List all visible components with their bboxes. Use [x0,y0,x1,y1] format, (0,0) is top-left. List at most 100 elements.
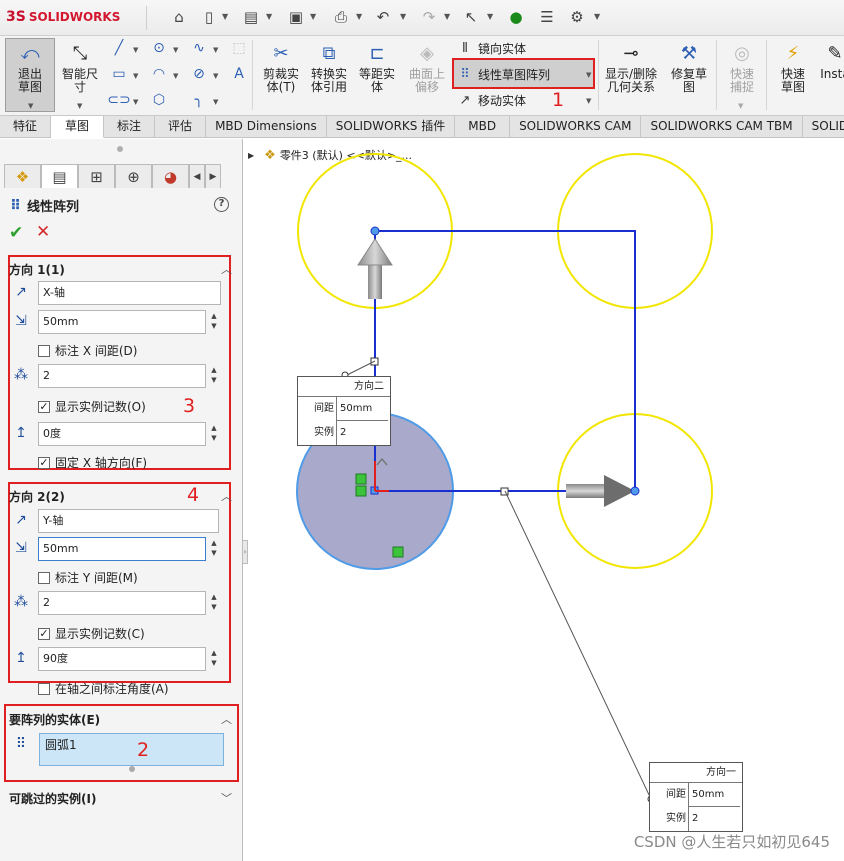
callout-count-value[interactable]: 2 [336,421,388,445]
quick-snaps-button[interactable]: ◎ 快速捕捉 [720,40,764,94]
fillet-icon[interactable]: ╮ [188,90,210,110]
rectangle-icon[interactable]: ▭ [108,64,130,84]
fix-relation-icon[interactable] [355,485,367,497]
direction2-arrow-head[interactable] [357,238,393,266]
tab-mbd[interactable]: MBD [455,116,511,138]
open-folder-icon[interactable]: ▤ [240,6,262,28]
corner-point[interactable] [370,226,380,236]
select-pointer-icon[interactable]: ↖ [460,6,482,28]
direction2-collapse-icon[interactable]: ︿ [221,488,232,504]
callout-spacing-value[interactable]: 50mm [688,783,740,807]
cancel-x-icon[interactable]: ✕ [36,222,50,242]
direction1-dim-spacing-checkbox[interactable]: 标注 X 间距(D) [38,342,137,359]
entities-collapse-icon[interactable]: ︿ [221,711,232,727]
coincident-relation-icon[interactable] [355,473,367,485]
file-properties-icon[interactable]: ☰ [536,6,558,28]
redo-icon[interactable]: ↷ [418,6,440,28]
tab-solidworks-cam[interactable]: SOLIDWORKS CAM [510,116,642,138]
tab-features[interactable]: 特征 [0,116,52,138]
direction1-arrow-head[interactable] [604,475,635,507]
text-icon[interactable]: A [228,64,250,84]
direction1-angle-input[interactable]: 0度 [38,422,206,446]
direction1-count-input[interactable]: 2 [38,364,206,388]
direction2-callout[interactable]: 方向二 间距 50mm 实例 2 [297,376,391,446]
display-manager-tab-icon[interactable]: ◕ [152,164,189,188]
show-delete-relations-button[interactable]: ⊸ 显示/删除几何关系 [602,40,660,94]
tab-evaluate[interactable]: 评估 [155,116,207,138]
tab-mbd-dimensions[interactable]: MBD Dimensions [206,116,327,138]
direction2-count-spinner[interactable]: ▲ ▼ [208,592,220,614]
direction1-collapse-icon[interactable]: ︿ [221,261,232,277]
callout-spacing-value[interactable]: 50mm [336,397,388,421]
direction1-count-spinner[interactable]: ▲ ▼ [208,365,220,387]
mirror-entities-button[interactable]: ⫴ 镜向实体 [456,38,526,58]
panel-grip[interactable] [117,146,123,152]
direction2-dim-spacing-checkbox[interactable]: 标注 Y 间距(M) [38,569,138,586]
help-icon[interactable]: ? [214,197,229,212]
direction1-spacing-spinner[interactable]: ▲ ▼ [208,311,220,333]
direction1-axis-icon[interactable]: ↗ [10,281,32,303]
skip-instances-header[interactable]: 可跳过的实例(I) [9,790,96,807]
direction1-show-count-checkbox[interactable]: ✓ 显示实例记数(O) [38,398,146,415]
skip-instances-expand-icon[interactable]: ﹀ [221,790,232,806]
direction1-angle-spinner[interactable]: ▲ ▼ [208,423,220,445]
direction2-show-count-checkbox[interactable]: ✓ 显示实例记数(C) [38,625,145,642]
property-manager-tab-icon[interactable]: ▤ [41,164,78,188]
tab-solidworks-cam-tbm[interactable]: SOLIDWORKS CAM TBM [641,116,803,138]
tab-solidworks-addins[interactable]: SOLIDWORKS 插件 [327,116,456,138]
entity-item[interactable]: 圆弧1 [45,738,77,752]
ok-check-icon[interactable]: ✔ [9,223,23,243]
direction2-spacing-input[interactable]: 50mm [38,537,206,561]
trim-entities-button[interactable]: ✂ 剪裁实体(T) [258,40,304,94]
slot-icon[interactable]: ⊂⊃ [107,90,130,110]
move-entities-button[interactable]: ↗ 移动实体 [456,90,526,110]
direction1-callout[interactable]: 方向一 间距 50mm 实例 2 [649,762,743,832]
feature-manager-tab-icon[interactable]: ❖ [4,164,41,188]
direction2-spacing-spinner[interactable]: ▲ ▼ [208,538,220,560]
arc-icon[interactable]: ◠ [148,64,170,84]
direction2-angle-spinner[interactable]: ▲ ▼ [208,648,220,670]
direction1-axis-field[interactable]: X-轴 [38,281,221,305]
entities-list[interactable]: 圆弧1 [39,733,224,766]
direction1-spacing-input[interactable]: 50mm [38,310,206,334]
linear-sketch-pattern-button[interactable]: ⠿ 线性草图阵列 [456,64,550,84]
ellipse-icon[interactable]: ⊘ [188,64,210,84]
line-icon[interactable]: ╱ [108,38,130,58]
panel-splitter-handle[interactable]: › [242,540,248,564]
spline-icon[interactable]: ∿ [188,38,210,58]
configuration-manager-tab-icon[interactable]: ⊞ [78,164,115,188]
print-icon[interactable]: ⎙ [330,6,352,28]
new-document-icon[interactable]: ▯ [198,6,220,28]
list-resize-handle[interactable] [129,766,135,772]
convert-entities-button[interactable]: ⧉ 转换实体引用 [306,40,352,94]
direction2-angle-input[interactable]: 90度 [38,647,206,671]
smart-dimension-button[interactable]: ⤡ 智能尺寸 [58,40,102,94]
circle-icon[interactable]: ⊙ [148,38,170,58]
tab-solidworks-more[interactable]: SOLIDWORK [803,116,844,138]
instant-button[interactable]: ✎ Insta [820,40,844,81]
tab-scroll-left-icon[interactable]: ◀ [189,164,205,188]
tab-sketch[interactable]: 草图 [51,116,105,138]
callout-count-value[interactable]: 2 [688,807,740,831]
save-icon[interactable]: ▣ [285,6,307,28]
rapid-sketch-button[interactable]: ⚡ 快速草图 [770,40,816,94]
undo-icon[interactable]: ↶ [372,6,394,28]
options-gear-icon[interactable]: ⚙ [566,6,588,28]
repair-sketch-button[interactable]: ⚒ 修复草图 [666,40,712,94]
direction2-count-input[interactable]: 2 [38,591,206,615]
direction2-axis-icon[interactable]: ↗ [10,509,32,531]
entities-header[interactable]: 要阵列的实体(E) [9,711,100,728]
relation-icon[interactable] [392,546,404,558]
direction1-header[interactable]: 方向 1(1) [9,261,65,278]
home-icon[interactable]: ⌂ [168,6,190,28]
dimxpert-tab-icon[interactable]: ⊕ [115,164,152,188]
corner-point[interactable] [630,486,640,496]
direction1-fix-axis-checkbox[interactable]: ✓ 固定 X 轴方向(F) [38,454,147,471]
direction2-axis-field[interactable]: Y-轴 [38,509,219,533]
offset-entities-button[interactable]: ⊏ 等距实体 [354,40,400,94]
tab-markup[interactable]: 标注 [104,116,156,138]
polygon-icon[interactable]: ⬡ [148,90,170,110]
graphics-area[interactable]: ▶ ❖ 零件3 (默认) <<默认>_... 方向二 间距 50mm 实例 2 … [244,139,844,861]
direction2-header[interactable]: 方向 2(2) [9,488,65,505]
tab-scroll-right-icon[interactable]: ▶ [205,164,221,188]
